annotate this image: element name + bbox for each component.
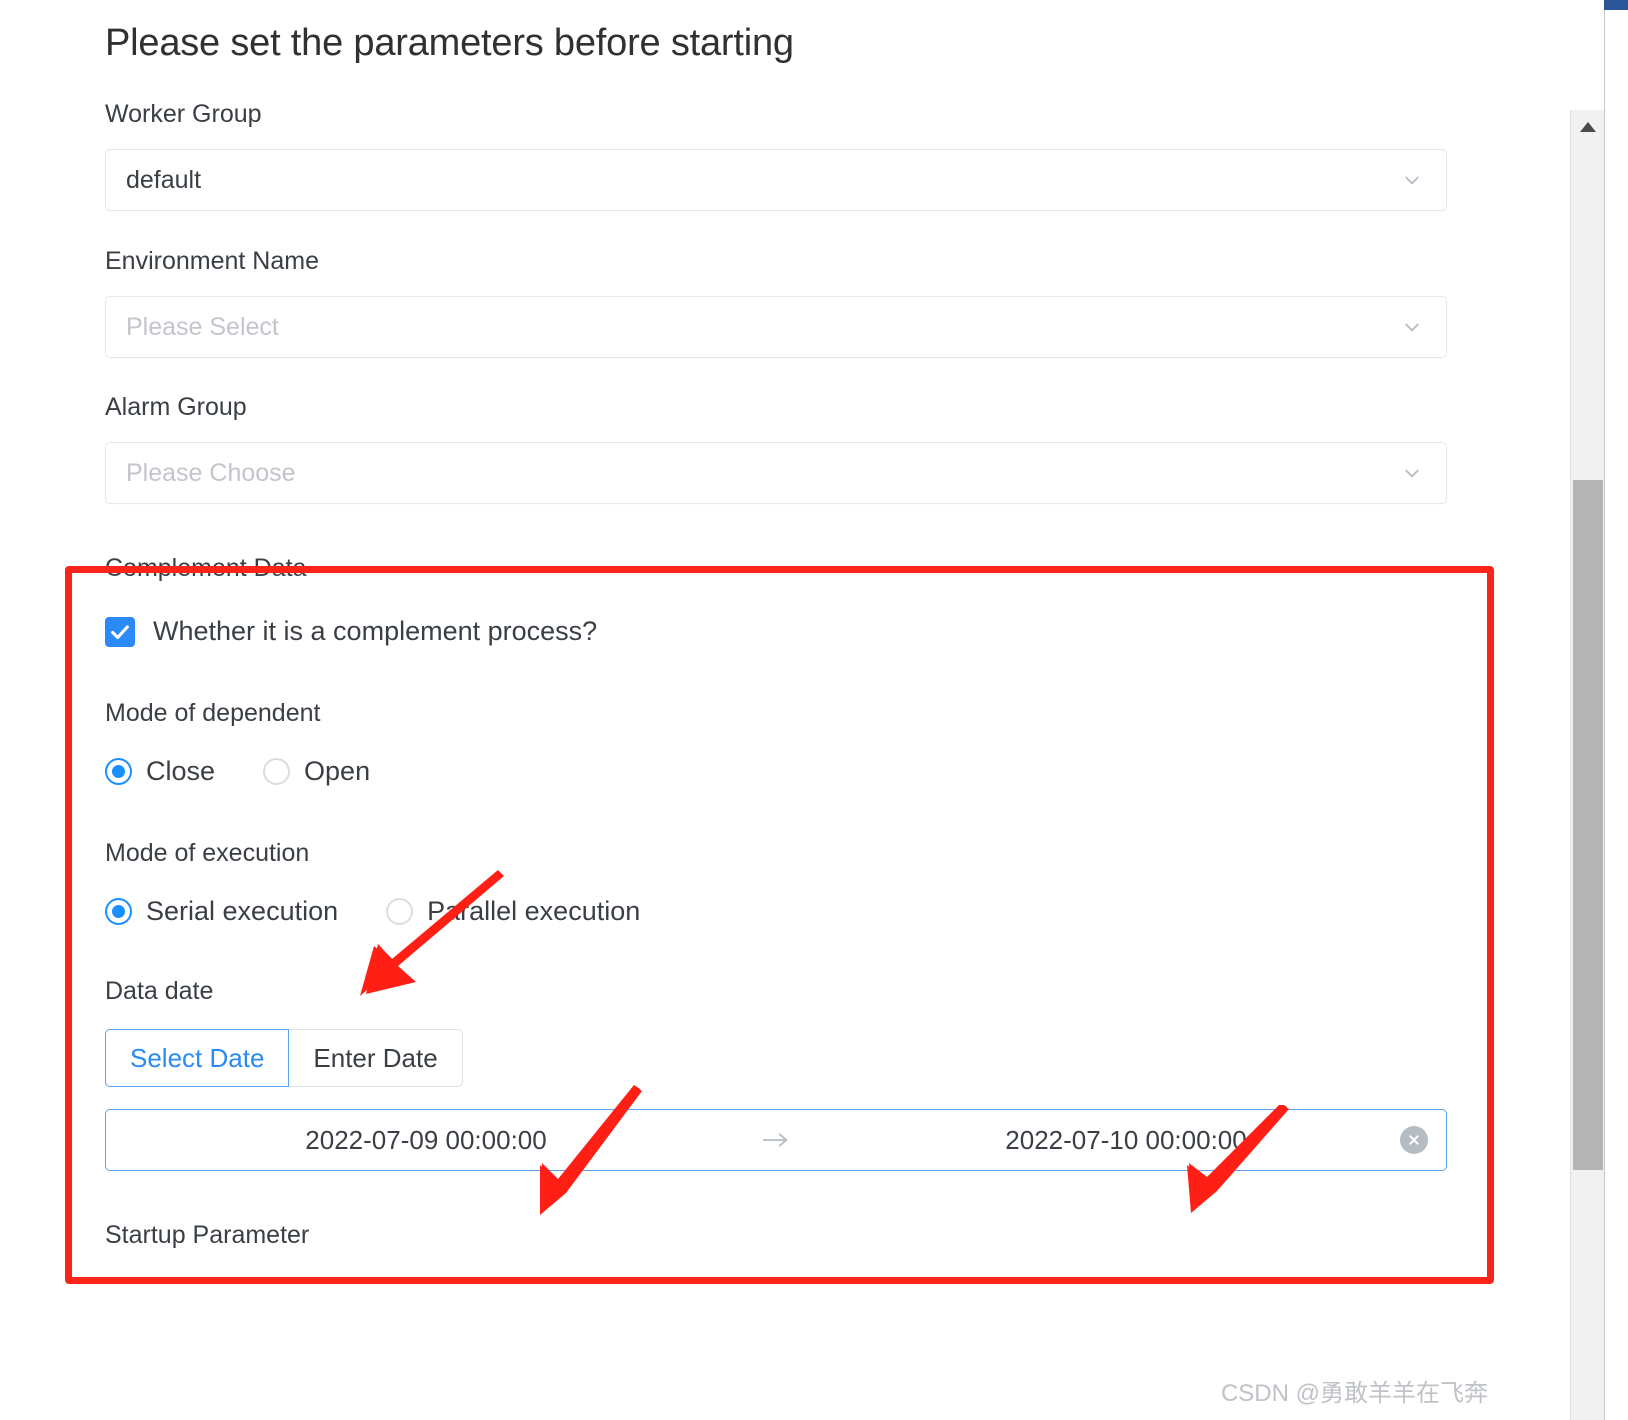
radio-serial-execution[interactable]: Serial execution: [105, 896, 338, 927]
date-range-start-value[interactable]: 2022-07-09 00:00:00: [106, 1125, 746, 1156]
radio-dependent-close[interactable]: Close: [105, 756, 215, 787]
complement-data-label: Complement Data: [105, 554, 307, 582]
page-title: Please set the parameters before startin…: [105, 22, 794, 64]
complement-process-checkbox[interactable]: [105, 616, 135, 647]
tab-select-date[interactable]: Select Date: [105, 1029, 290, 1087]
page-right-edge: [1604, 0, 1628, 1420]
alarm-group-label: Alarm Group: [105, 393, 247, 421]
radio-parallel-execution-label: Parallel execution: [427, 896, 641, 926]
worker-group-field: Worker Group default: [105, 98, 1447, 211]
date-range-picker[interactable]: 2022-07-09 00:00:00 2022-07-10 00:00:00: [105, 1109, 1447, 1171]
date-range-end-value[interactable]: 2022-07-10 00:00:00: [806, 1125, 1446, 1156]
radio-dot-icon: [263, 758, 291, 785]
data-date-tabs: Select Date Enter Date: [105, 1029, 1447, 1087]
radio-dot-icon: [386, 898, 414, 925]
tab-enter-date[interactable]: Enter Date: [289, 1029, 463, 1087]
mode-of-dependent-label: Mode of dependent: [105, 699, 321, 727]
alarm-group-placeholder: Please Choose: [126, 458, 296, 487]
chevron-down-icon: [1402, 170, 1422, 190]
complement-process-checkbox-label: Whether it is a complement process?: [153, 616, 598, 646]
worker-group-value: default: [126, 165, 202, 194]
environment-name-label: Environment Name: [105, 247, 319, 275]
chevron-down-icon: [1402, 463, 1422, 483]
mode-of-dependent-group: Mode of dependent Close Open: [105, 697, 1447, 787]
environment-name-select[interactable]: Please Select: [105, 296, 1447, 358]
radio-dependent-open[interactable]: Open: [263, 756, 370, 787]
environment-name-placeholder: Please Select: [126, 312, 279, 341]
data-date-label: Data date: [105, 977, 214, 1005]
radio-serial-execution-label: Serial execution: [146, 896, 339, 926]
radio-parallel-execution[interactable]: Parallel execution: [386, 896, 640, 927]
startup-parameter-field: Startup Parameter: [105, 1219, 1447, 1251]
arrow-right-icon: [746, 1129, 806, 1151]
worker-group-label: Worker Group: [105, 100, 262, 128]
radio-dot-icon: [105, 898, 132, 925]
window-corner-accent: [1604, 0, 1628, 10]
complement-process-checkbox-row[interactable]: Whether it is a complement process?: [105, 616, 1447, 647]
mode-of-execution-group: Mode of execution Serial execution Paral…: [105, 837, 1447, 927]
environment-name-field: Environment Name Please Select: [105, 245, 1447, 358]
alarm-group-select[interactable]: Please Choose: [105, 442, 1447, 504]
watermark-text: CSDN @勇敢羊羊在飞奔: [1220, 1380, 1488, 1407]
vertical-scrollbar[interactable]: [1570, 110, 1604, 1420]
radio-dependent-close-label: Close: [146, 756, 216, 786]
chevron-down-icon: [1402, 317, 1422, 337]
scrollbar-thumb[interactable]: [1573, 480, 1603, 1170]
scroll-up-arrow-icon[interactable]: [1571, 110, 1604, 144]
radio-dependent-open-label: Open: [304, 756, 371, 786]
dialog-body: Please set the parameters before startin…: [0, 0, 1628, 1420]
startup-parameter-label: Startup Parameter: [105, 1221, 310, 1249]
complement-data-section: Complement Data Whether it is a compleme…: [105, 552, 1447, 1171]
alarm-group-field: Alarm Group Please Choose: [105, 391, 1447, 504]
worker-group-select[interactable]: default: [105, 149, 1447, 211]
parameter-form: Please set the parameters before startin…: [105, 0, 1447, 1251]
clear-icon[interactable]: [1400, 1126, 1428, 1154]
radio-dot-icon: [105, 758, 132, 785]
mode-of-execution-label: Mode of execution: [105, 839, 310, 867]
data-date-group: Data date Select Date Enter Date 2022-07…: [105, 975, 1447, 1171]
